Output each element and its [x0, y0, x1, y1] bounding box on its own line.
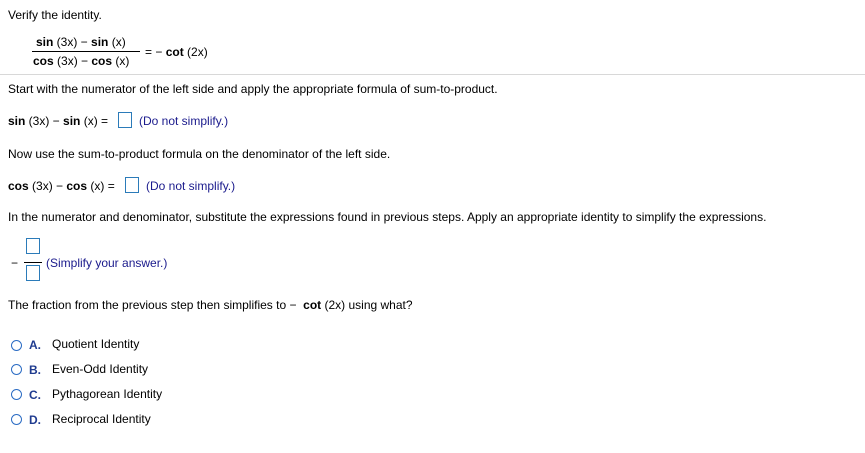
denominator-minus: − — [77, 54, 92, 68]
option-a-radio[interactable] — [11, 340, 22, 351]
numerator-func-b: sin — [91, 35, 109, 49]
denominator-arg-b: (x) — [112, 54, 130, 68]
step3-minus-sign: − — [11, 256, 19, 270]
denominator-func-a: cos — [33, 54, 54, 68]
option-a-label: Quotient Identity — [52, 337, 140, 351]
identity-numerator: sin (3x) − sin (x) — [36, 35, 126, 49]
rhs-arg: (2x) — [183, 45, 208, 59]
step3-instruction: In the numerator and denominator, substi… — [8, 210, 767, 224]
step1-func-a: sin — [8, 114, 26, 128]
step3-hint: (Simplify your answer.) — [46, 256, 168, 270]
option-a-letter: A. — [29, 338, 41, 352]
step2-arg-a: (3x) − — [28, 179, 67, 193]
step3-fraction-bar — [24, 262, 42, 263]
denominator-arg-a: (3x) — [53, 54, 78, 68]
option-d-label: Reciprocal Identity — [52, 412, 151, 426]
option-b-radio[interactable] — [11, 364, 22, 375]
numerator-answer-box[interactable] — [118, 112, 132, 128]
option-d-letter: D. — [29, 413, 41, 427]
numerator-arg-b: (x) — [108, 35, 126, 49]
step2-func-a: cos — [8, 179, 29, 193]
identity-equals: = − — [145, 45, 163, 59]
numerator-arg-a: (3x) — [53, 35, 78, 49]
step1-arg-b: (x) = — [80, 114, 109, 128]
option-c-label: Pythagorean Identity — [52, 387, 163, 401]
step1-func-b: sin — [63, 114, 81, 128]
numerator-minus: − — [77, 35, 92, 49]
option-c-letter: C. — [29, 388, 41, 402]
step2-equation: cos (3x) − cos (x) = — [8, 179, 115, 193]
fraction-numerator-box[interactable] — [26, 238, 40, 254]
step2-instruction: Now use the sum-to-product formula on th… — [8, 147, 391, 161]
denominator-func-b: cos — [91, 54, 113, 68]
step1-arg-a: (3x) − — [25, 114, 64, 128]
denominator-answer-box[interactable] — [125, 177, 139, 193]
rhs-func: cot — [165, 45, 184, 59]
step1-instruction: Start with the numerator of the left sid… — [8, 82, 498, 96]
question-after: (2x) using what? — [321, 298, 413, 312]
option-b-label: Even-Odd Identity — [52, 362, 149, 376]
step2-func-b: cos — [66, 179, 88, 193]
step2-arg-b: (x) = — [87, 179, 115, 193]
section-divider — [0, 74, 865, 75]
prompt-text: Verify the identity. — [8, 8, 102, 22]
fraction-denominator-box[interactable] — [26, 265, 40, 281]
identity-rhs: = − cot (2x) — [145, 45, 208, 59]
question-minus: − — [289, 298, 297, 312]
question-before: The fraction from the previous step then… — [8, 298, 290, 312]
step1-hint: (Do not simplify.) — [139, 114, 229, 128]
option-d-radio[interactable] — [11, 414, 22, 425]
question-text: The fraction from the previous step then… — [8, 298, 413, 312]
step2-hint: (Do not simplify.) — [146, 179, 236, 193]
option-b-letter: B. — [29, 363, 41, 377]
numerator-func-a: sin — [36, 35, 54, 49]
identity-denominator: cos (3x) − cos (x) — [33, 54, 129, 68]
question-func: cot — [303, 298, 322, 312]
option-c-radio[interactable] — [11, 389, 22, 400]
identity-fraction-bar — [32, 51, 140, 52]
step1-equation: sin (3x) − sin (x) = — [8, 114, 108, 128]
